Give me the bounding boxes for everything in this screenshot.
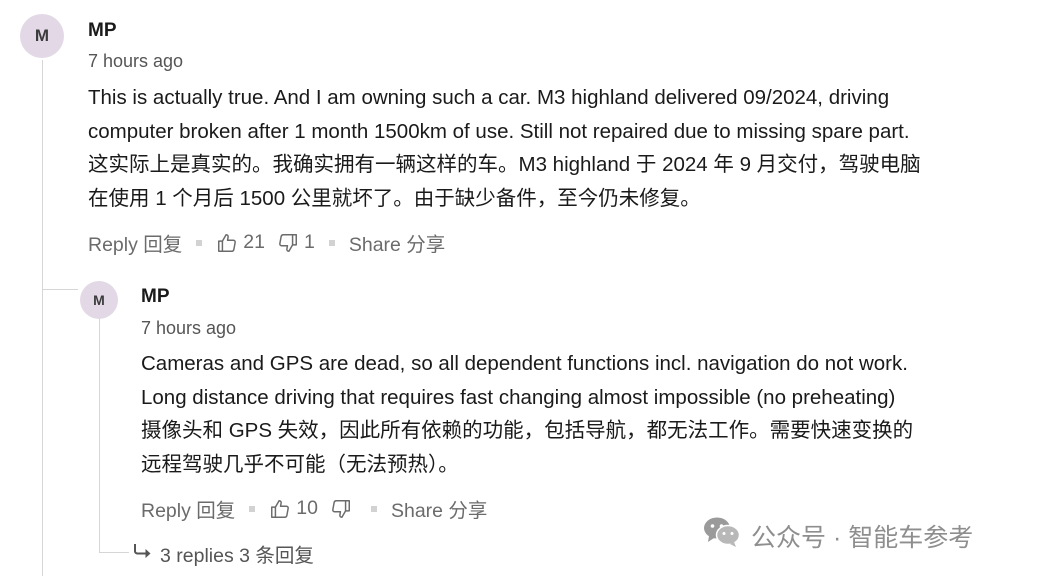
separator-dot xyxy=(370,505,377,512)
thumbs-down-icon xyxy=(330,498,352,520)
reply-arrow-icon xyxy=(132,542,152,566)
reply-line: Long distance driving that requires fast… xyxy=(141,385,896,409)
reply-line: 摄像头和 GPS 失效，因此所有依赖的功能，包括导航，都无法工作。需要快速变换的 xyxy=(141,419,914,442)
reply-line: Cameras and GPS are dead, so all depende… xyxy=(141,352,908,375)
thumbs-up-icon xyxy=(269,498,291,520)
watermark-text: 公众号 · 智能车参考 xyxy=(751,523,974,552)
comment-line: This is actually true. And I am owning s… xyxy=(88,86,890,109)
reply-actions: Reply 回复 10 Share 分享 xyxy=(141,494,487,523)
view-replies-link[interactable]: 3 replies 3 条回复 xyxy=(132,539,314,568)
reply-thread-branch xyxy=(99,552,129,553)
wechat-icon xyxy=(703,516,741,555)
avatar[interactable]: M xyxy=(20,14,64,58)
reply-button[interactable]: Reply 回复 xyxy=(88,228,182,257)
avatar-letter: M xyxy=(34,26,50,45)
comment-line: 这实际上是真实的。我确实拥有一辆这样的车。M3 highland 于 2024 … xyxy=(88,153,921,176)
comment-author[interactable]: MP xyxy=(88,20,117,42)
separator-dot xyxy=(328,239,335,246)
reply-body: Cameras and GPS are dead, so all depende… xyxy=(141,347,913,481)
like-count: 21 xyxy=(243,231,265,253)
separator-dot xyxy=(249,505,256,512)
comment-body: This is actually true. And I am owning s… xyxy=(88,81,921,215)
reply-avatar[interactable]: M xyxy=(80,281,118,319)
share-button[interactable]: Share 分享 xyxy=(349,228,445,257)
reply-thread-line xyxy=(99,318,100,552)
reply-line: 远程驾驶几乎不可能（无法预热）。 xyxy=(141,452,459,476)
reply-button[interactable]: Reply 回复 xyxy=(141,494,235,523)
replies-label: 3 replies 3 条回复 xyxy=(160,545,314,567)
watermark: 公众号 · 智能车参考 xyxy=(703,516,973,555)
dislike-button[interactable] xyxy=(330,498,357,520)
like-count: 10 xyxy=(296,497,318,519)
thread-branch xyxy=(42,289,78,290)
comment-line: 在使用 1 个月后 1500 公里就坏了。由于缺少备件，至今仍未修复。 xyxy=(88,186,701,210)
dislike-button[interactable]: 1 xyxy=(277,231,315,254)
like-button[interactable]: 21 xyxy=(216,231,265,254)
reply-author[interactable]: MP xyxy=(141,286,170,308)
comment-timestamp[interactable]: 7 hours ago xyxy=(88,51,183,72)
thumbs-down-icon xyxy=(277,232,299,254)
like-button[interactable]: 10 xyxy=(269,497,318,520)
avatar-letter: M xyxy=(93,292,105,308)
dislike-count: 1 xyxy=(303,231,315,253)
comment-line: computer broken after 1 month 1500km of … xyxy=(88,119,910,143)
thumbs-up-icon xyxy=(216,232,238,254)
thread-line xyxy=(42,60,43,576)
share-button[interactable]: Share 分享 xyxy=(391,494,487,523)
comment-actions: Reply 回复 21 1 Share 分享 xyxy=(88,228,445,257)
reply-timestamp[interactable]: 7 hours ago xyxy=(141,318,236,339)
separator-dot xyxy=(196,239,203,246)
